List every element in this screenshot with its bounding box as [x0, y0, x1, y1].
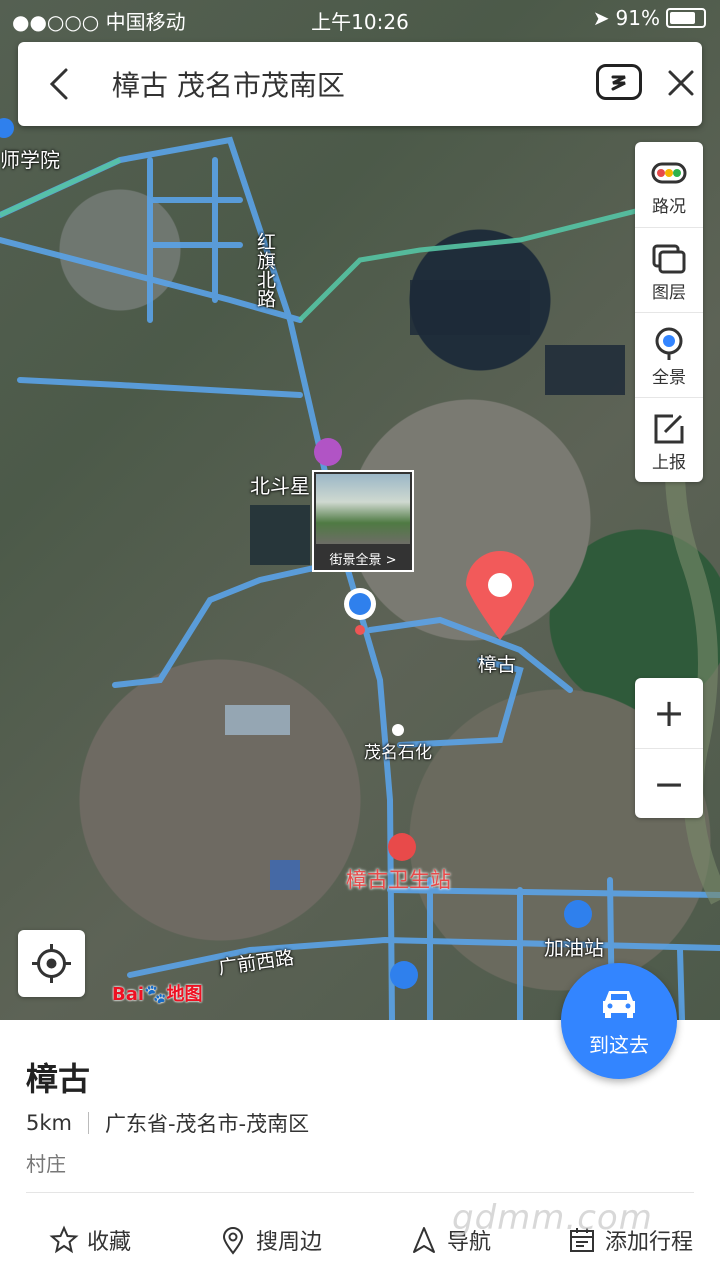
go-here-label: 到这去 [589, 1033, 649, 1057]
map-tools-panel: 路况 图层 全景 上报 [635, 142, 703, 482]
sheet-divider [26, 1192, 694, 1193]
location-pin-icon [222, 1227, 243, 1255]
place-distance: 5km [26, 1111, 72, 1135]
street-view-thumbnail[interactable]: 街景全景 > [312, 470, 414, 572]
place-type: 村庄 [26, 1152, 66, 1176]
battery-icon [666, 8, 706, 28]
street-view-label: 街景全景 > [329, 553, 397, 568]
crosshair-icon [32, 944, 71, 983]
map-label-clinic[interactable]: 樟古卫生站 [346, 864, 451, 894]
traffic-button[interactable]: 路况 [635, 142, 703, 227]
layers-label: 图层 [652, 283, 686, 303]
baidu-map-logo: Bai🐾地图 [112, 980, 202, 1006]
go-here-button[interactable]: 到这去 [561, 963, 677, 1079]
map-label-beidou[interactable]: 北斗星 [250, 470, 310, 499]
panorama-label: 全景 [652, 368, 686, 388]
place-meta: 5km 广东省-茂名市-茂南区 [26, 1108, 309, 1138]
map-label-maoming-shihua[interactable]: 茂名石化 [364, 738, 432, 763]
layers-button[interactable]: 图层 [635, 227, 703, 313]
zoom-control: + − [635, 678, 703, 818]
close-icon[interactable] [664, 66, 698, 100]
map-label-zhanggu[interactable]: 樟古 [478, 650, 516, 677]
back-icon[interactable] [44, 64, 74, 104]
meta-divider [87, 1112, 89, 1134]
search-nearby-button[interactable]: 搜周边 [180, 1210, 360, 1270]
logo-text-map: 地图 [166, 984, 203, 1005]
zoom-out-button[interactable]: − [635, 748, 703, 819]
zoom-in-button[interactable]: + [635, 678, 703, 748]
watermark: gdmm.com [452, 1198, 653, 1238]
paw-icon: 🐾 [144, 984, 167, 1005]
locate-button[interactable] [18, 930, 85, 997]
traffic-icon [651, 162, 687, 184]
report-label: 上报 [652, 453, 686, 473]
map-label-road-hongqi: 红旗北路 [254, 232, 276, 308]
favorite-label: 收藏 [86, 1230, 131, 1255]
car-icon [603, 991, 635, 1018]
place-address: 广东省-茂名市-茂南区 [104, 1112, 310, 1136]
voice-icon[interactable] [596, 64, 642, 100]
map-label-gas-station[interactable]: 加油站 [544, 932, 604, 961]
star-icon [49, 1225, 79, 1254]
destination-pin-icon [466, 551, 534, 640]
panorama-icon [655, 327, 683, 360]
street-view-photo [316, 474, 410, 544]
map-view[interactable]: 师学院 红旗北路 北斗星 街景全景 > 樟古 茂名石化 樟古卫生站 加油站 广前… [0, 0, 720, 1020]
logo-text-bai: Bai [112, 984, 145, 1005]
layers-icon [652, 244, 686, 274]
battery-percent: 91% [615, 6, 660, 30]
place-name: 樟古 [26, 1060, 91, 1098]
search-bar[interactable]: 樟古 茂名市茂南区 [18, 42, 702, 126]
location-arrow-icon: ➤ [592, 6, 610, 30]
search-nearby-label: 搜周边 [255, 1230, 322, 1255]
status-bar: ●●○○○ 中国移动 上午10:26 ➤ 91% [0, 0, 720, 36]
report-button[interactable]: 上报 [635, 397, 703, 483]
battery-indicator: ➤ 91% [593, 6, 706, 30]
search-query[interactable]: 樟古 茂名市茂南区 [112, 64, 345, 104]
map-label-school[interactable]: 师学院 [0, 144, 60, 173]
report-icon [654, 414, 684, 444]
traffic-label: 路况 [652, 197, 686, 217]
favorite-button[interactable]: 收藏 [0, 1210, 180, 1270]
panorama-button[interactable]: 全景 [635, 312, 703, 398]
navigation-icon [412, 1227, 435, 1253]
